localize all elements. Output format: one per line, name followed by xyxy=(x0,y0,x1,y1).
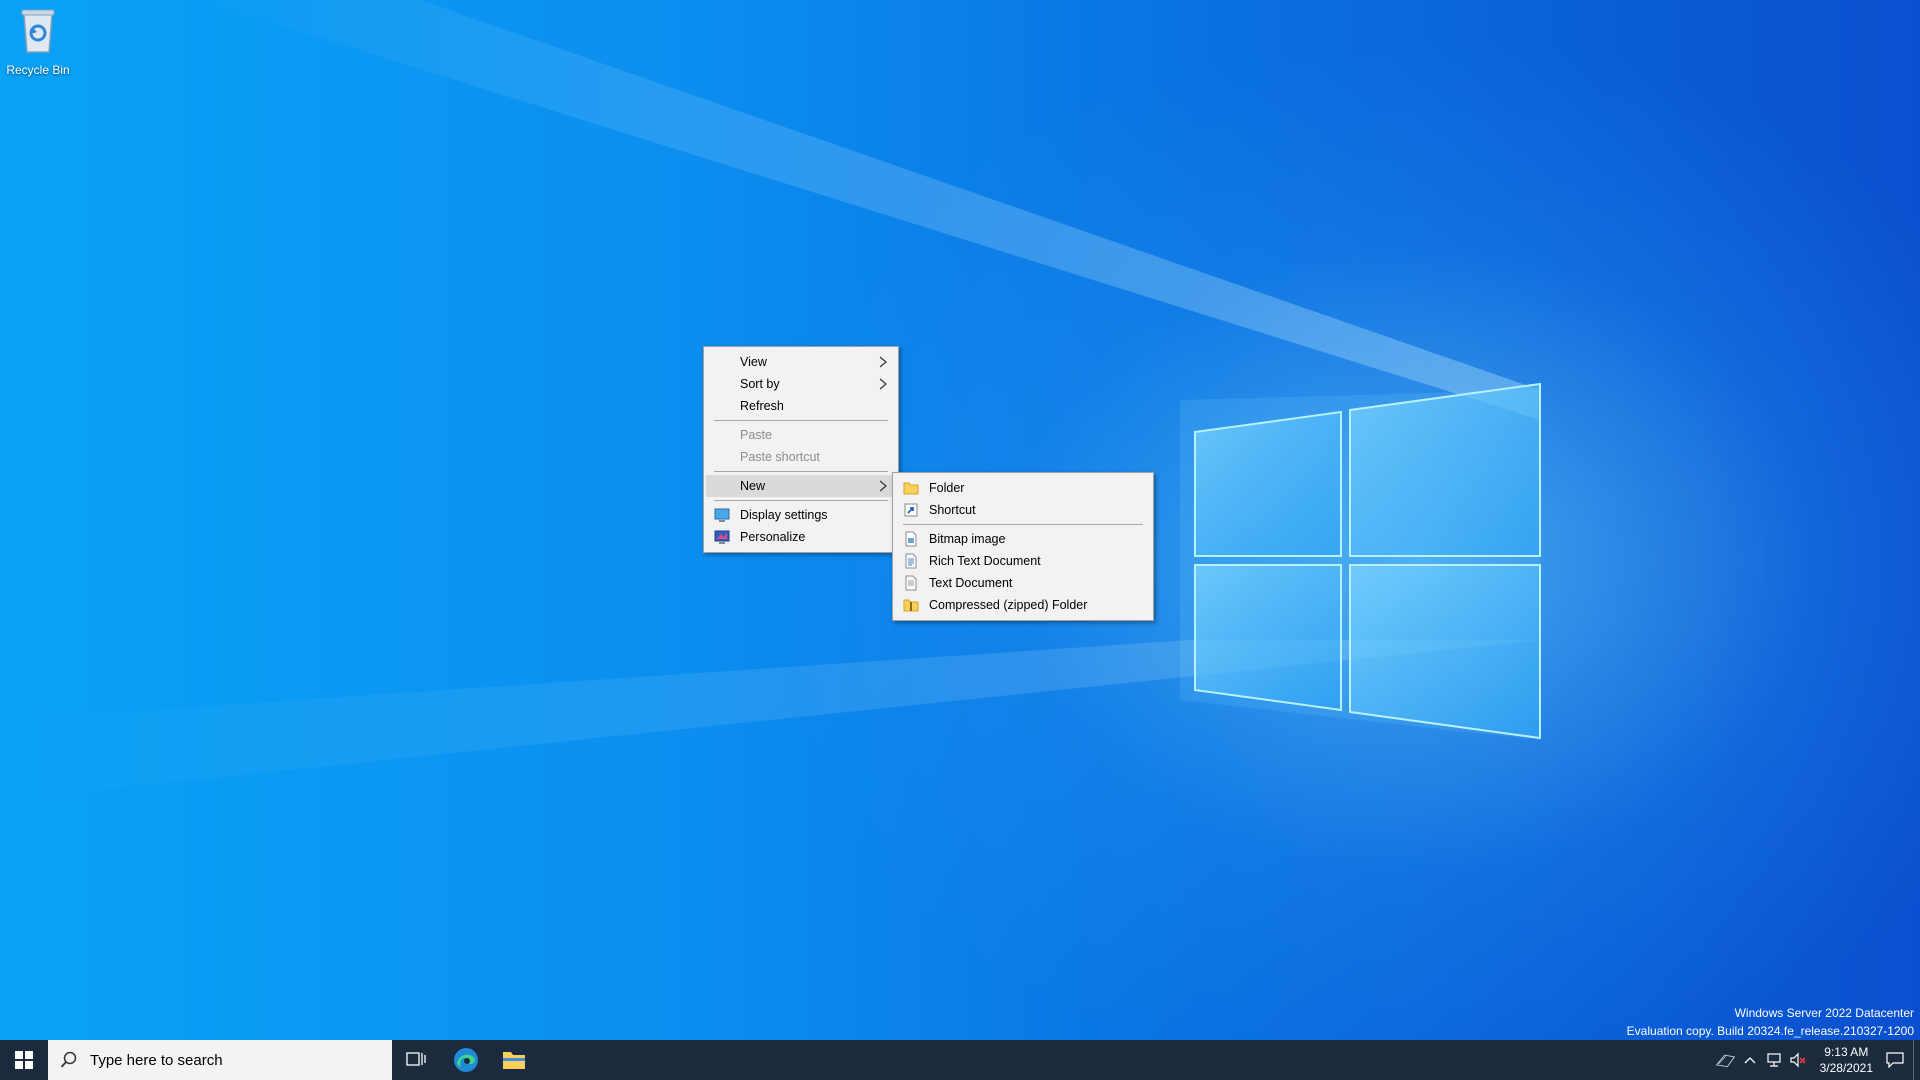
notification-icon xyxy=(1886,1052,1904,1068)
menu-item-paste: Paste xyxy=(706,424,896,446)
chevron-right-icon xyxy=(879,378,887,390)
task-view-button[interactable] xyxy=(392,1040,440,1080)
menu-item-new-text[interactable]: Text Document xyxy=(895,572,1151,594)
menu-item-view-label: View xyxy=(740,355,767,369)
menu-item-sort-by[interactable]: Sort by xyxy=(706,373,896,395)
chevron-up-icon xyxy=(1744,1057,1756,1064)
build-info-text: Evaluation copy. Build 20324.fe_release.… xyxy=(1626,1024,1914,1038)
menu-item-refresh[interactable]: Refresh xyxy=(706,395,896,417)
zip-folder-icon xyxy=(903,599,919,612)
chevron-right-icon xyxy=(879,480,887,492)
tray-collection-logo xyxy=(1714,1040,1738,1080)
menu-separator xyxy=(903,524,1143,525)
menu-item-new-folder[interactable]: Folder xyxy=(895,477,1151,499)
menu-item-new[interactable]: New xyxy=(706,475,896,497)
clock-time: 9:13 AM xyxy=(1824,1045,1869,1059)
bitmap-image-icon xyxy=(905,531,917,547)
menu-item-new-rtf[interactable]: Rich Text Document xyxy=(895,550,1151,572)
menu-item-new-label: New xyxy=(740,479,766,493)
taskbar-search-box[interactable] xyxy=(48,1040,392,1080)
show-desktop-button[interactable] xyxy=(1913,1040,1920,1080)
network-tray-button[interactable] xyxy=(1762,1040,1786,1080)
menu-item-personalize-label: Personalize xyxy=(740,530,806,544)
file-explorer-icon xyxy=(503,1052,525,1069)
menu-item-paste-shortcut: Paste shortcut xyxy=(706,446,896,468)
menu-item-sort-by-label: Sort by xyxy=(740,377,780,391)
text-document-icon xyxy=(905,575,917,591)
show-hidden-icons-button[interactable] xyxy=(1738,1040,1762,1080)
volume-tray-button[interactable] xyxy=(1786,1040,1810,1080)
shortcut-icon xyxy=(904,503,918,517)
menu-item-new-shortcut[interactable]: Shortcut xyxy=(895,499,1151,521)
clock-date: 3/28/2021 xyxy=(1819,1061,1873,1075)
chevron-right-icon xyxy=(879,356,887,368)
menu-item-new-zip-label: Compressed (zipped) Folder xyxy=(929,598,1088,612)
action-center-button[interactable] xyxy=(1883,1040,1907,1080)
menu-item-paste-label: Paste xyxy=(740,428,772,442)
menu-item-display-settings-label: Display settings xyxy=(740,508,828,522)
edge-taskbar-button[interactable] xyxy=(442,1040,490,1080)
display-settings-icon xyxy=(714,508,730,522)
menu-item-new-folder-label: Folder xyxy=(929,481,965,495)
folder-icon xyxy=(903,482,919,495)
windows-start-icon xyxy=(15,1051,33,1069)
recycle-bin-shortcut[interactable]: Recycle Bin xyxy=(4,6,72,77)
desktop-context-menu: View Sort by Refresh Paste Paste shortcu… xyxy=(703,346,899,553)
menu-separator xyxy=(714,471,888,472)
start-button[interactable] xyxy=(0,1040,48,1080)
menu-separator xyxy=(714,500,888,501)
volume-muted-icon xyxy=(1790,1052,1806,1068)
menu-item-new-text-label: Text Document xyxy=(929,576,1013,590)
recycle-bin-icon xyxy=(21,9,55,53)
recycle-bin-label: Recycle Bin xyxy=(6,63,70,77)
menu-item-refresh-label: Refresh xyxy=(740,399,784,413)
edge-browser-icon xyxy=(454,1048,478,1072)
menu-item-new-bitmap-label: Bitmap image xyxy=(929,532,1006,546)
menu-item-view[interactable]: View xyxy=(706,351,896,373)
file-explorer-taskbar-button[interactable] xyxy=(490,1040,538,1080)
os-edition-text: Windows Server 2022 Datacenter xyxy=(1734,1006,1914,1020)
menu-separator xyxy=(714,420,888,421)
windows-version-watermark: Windows Server 2022 Datacenter Evaluatio… xyxy=(1627,1004,1914,1040)
taskbar-clock[interactable]: 9:13 AM 3/28/2021 xyxy=(1810,1044,1883,1076)
system-tray: 9:13 AM 3/28/2021 xyxy=(1714,1040,1920,1080)
menu-item-paste-shortcut-label: Paste shortcut xyxy=(740,450,820,464)
menu-item-personalize[interactable]: Personalize xyxy=(706,526,896,548)
new-submenu: Folder Shortcut Bitmap image Rich Text D… xyxy=(892,472,1154,621)
menu-item-new-bitmap[interactable]: Bitmap image xyxy=(895,528,1151,550)
network-icon xyxy=(1767,1053,1781,1067)
menu-item-new-rtf-label: Rich Text Document xyxy=(929,554,1041,568)
desktop[interactable]: Recycle Bin View Sort by Refresh Paste P… xyxy=(0,0,1920,1040)
taskbar: 9:13 AM 3/28/2021 xyxy=(0,1040,1920,1080)
search-icon xyxy=(60,1051,77,1068)
menu-item-new-zip[interactable]: Compressed (zipped) Folder xyxy=(895,594,1151,616)
menu-item-new-shortcut-label: Shortcut xyxy=(929,503,976,517)
task-view-icon xyxy=(406,1052,426,1066)
book-watermark-icon xyxy=(1715,1054,1735,1068)
rich-text-document-icon xyxy=(905,553,917,569)
menu-item-display-settings[interactable]: Display settings xyxy=(706,504,896,526)
search-input[interactable] xyxy=(88,1050,382,1070)
personalize-icon xyxy=(714,530,730,544)
